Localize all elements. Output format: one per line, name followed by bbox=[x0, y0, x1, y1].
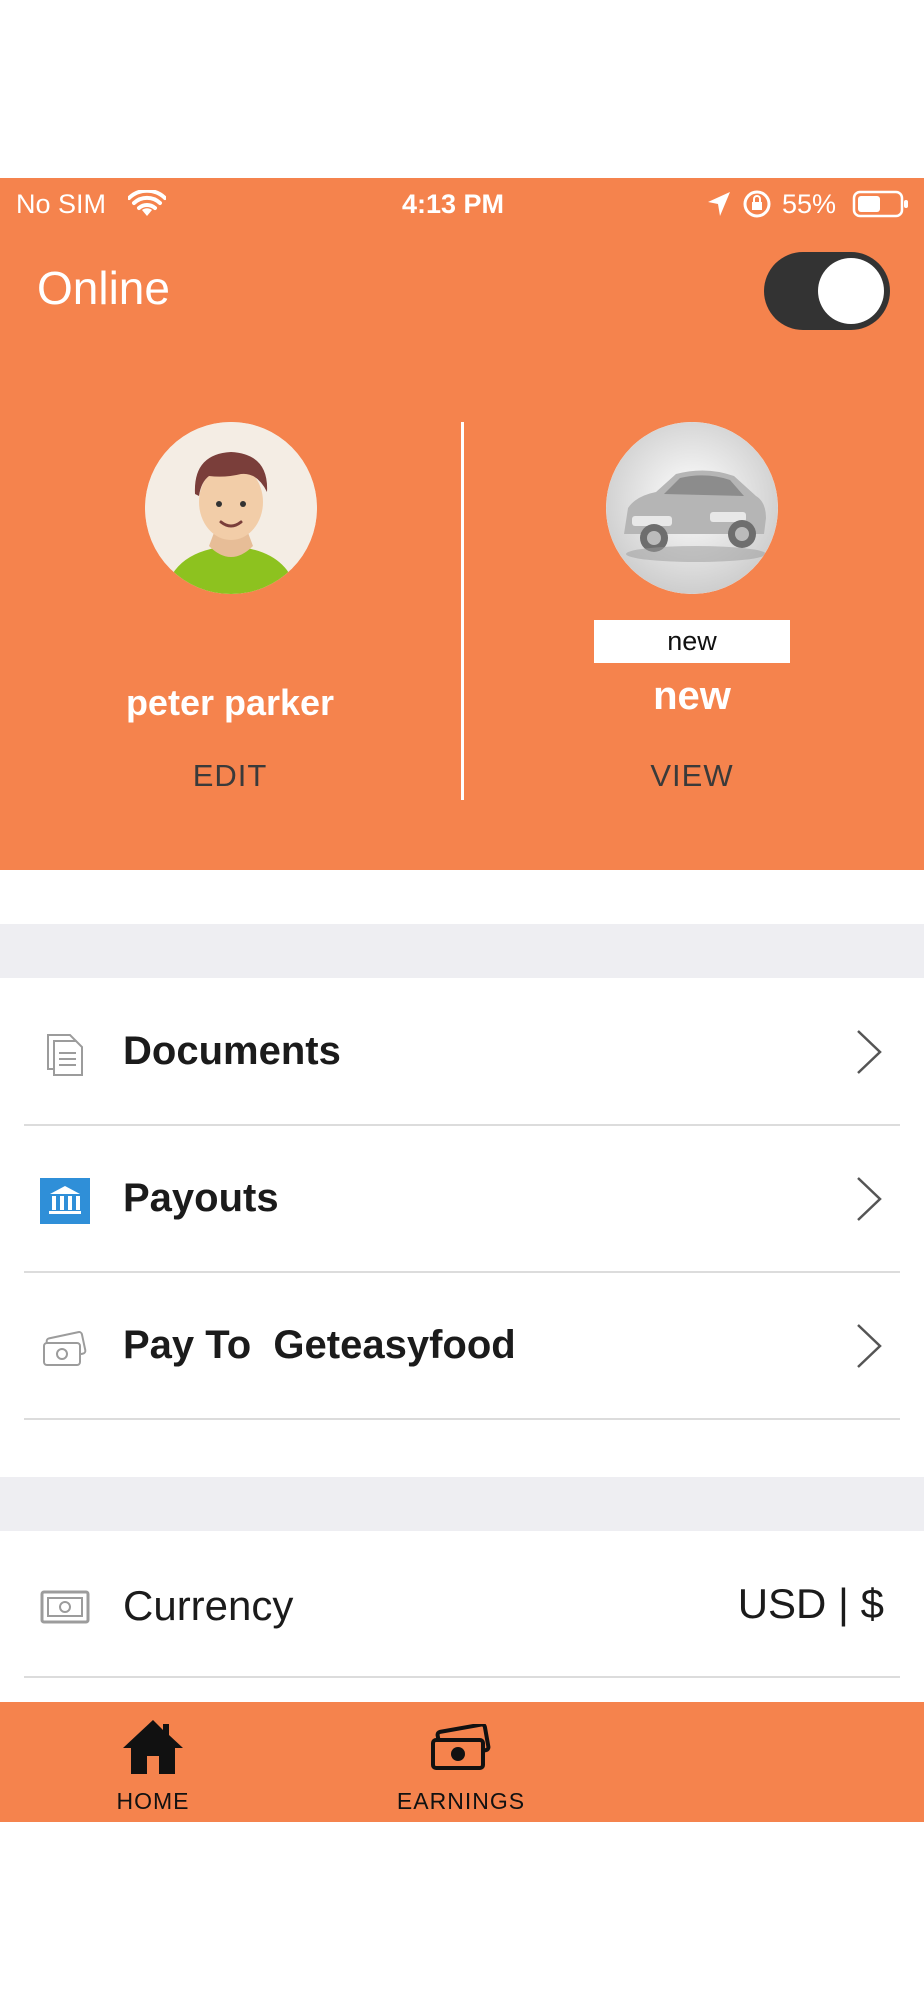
battery-icon bbox=[852, 190, 908, 218]
menu-item-payouts[interactable]: Payouts bbox=[0, 1126, 924, 1273]
menu-item-pay-to-geteasyfood[interactable]: Pay To Geteasyfood bbox=[0, 1273, 924, 1420]
person-avatar-icon bbox=[145, 422, 317, 594]
money-icon bbox=[431, 1724, 491, 1770]
menu-item-documents[interactable]: Documents bbox=[0, 979, 924, 1126]
currency-icon bbox=[40, 1590, 90, 1624]
document-icon bbox=[47, 1034, 83, 1076]
vehicle-image[interactable] bbox=[606, 422, 778, 594]
bank-icon bbox=[40, 1178, 90, 1224]
nav-home-label: HOME bbox=[116, 1788, 190, 1814]
battery-percent: 55% bbox=[782, 189, 837, 219]
header-divider bbox=[461, 422, 464, 800]
menu-item-label: Documents bbox=[123, 1029, 341, 1073]
bottom-nav: HOME EARNINGS bbox=[0, 1702, 924, 1822]
nav-earnings-label: EARNINGS bbox=[396, 1788, 526, 1814]
nav-earnings[interactable]: EARNINGS bbox=[351, 1702, 571, 1822]
section-separator bbox=[0, 1477, 924, 1531]
view-vehicle-link[interactable]: VIEW bbox=[592, 758, 792, 794]
currency-label: Currency bbox=[123, 1582, 294, 1629]
clock: 4:13 PM bbox=[402, 189, 505, 219]
wifi-icon bbox=[128, 190, 166, 216]
driver-avatar[interactable] bbox=[145, 422, 317, 594]
location-arrow-icon bbox=[708, 192, 730, 216]
row-divider bbox=[24, 1418, 900, 1420]
home-icon bbox=[123, 1720, 183, 1774]
chevron-right-icon bbox=[857, 1324, 882, 1368]
cash-icon bbox=[43, 1331, 87, 1366]
online-toggle[interactable] bbox=[764, 252, 890, 330]
toggle-knob bbox=[818, 258, 884, 324]
carrier-label: No SIM bbox=[16, 189, 107, 219]
vehicle-tag: new bbox=[594, 620, 790, 663]
section-separator bbox=[0, 924, 924, 978]
currency-value: USD | $ bbox=[737, 1580, 884, 1627]
menu-item-label: Pay To Geteasyfood bbox=[123, 1323, 516, 1367]
chevron-right-icon bbox=[857, 1177, 882, 1221]
driver-name: peter parker bbox=[125, 682, 335, 723]
online-status-label: Online bbox=[37, 262, 170, 314]
menu-item-label: Payouts bbox=[123, 1176, 279, 1220]
chevron-right-icon bbox=[857, 1030, 882, 1074]
vehicle-name: new bbox=[653, 674, 731, 718]
car-icon bbox=[606, 422, 778, 594]
edit-profile-link[interactable]: EDIT bbox=[130, 758, 330, 794]
currency-row[interactable]: Currency USD | $ bbox=[0, 1532, 924, 1678]
row-divider bbox=[24, 1676, 900, 1678]
nav-home[interactable]: HOME bbox=[43, 1702, 263, 1822]
rotation-lock-icon bbox=[743, 190, 771, 218]
